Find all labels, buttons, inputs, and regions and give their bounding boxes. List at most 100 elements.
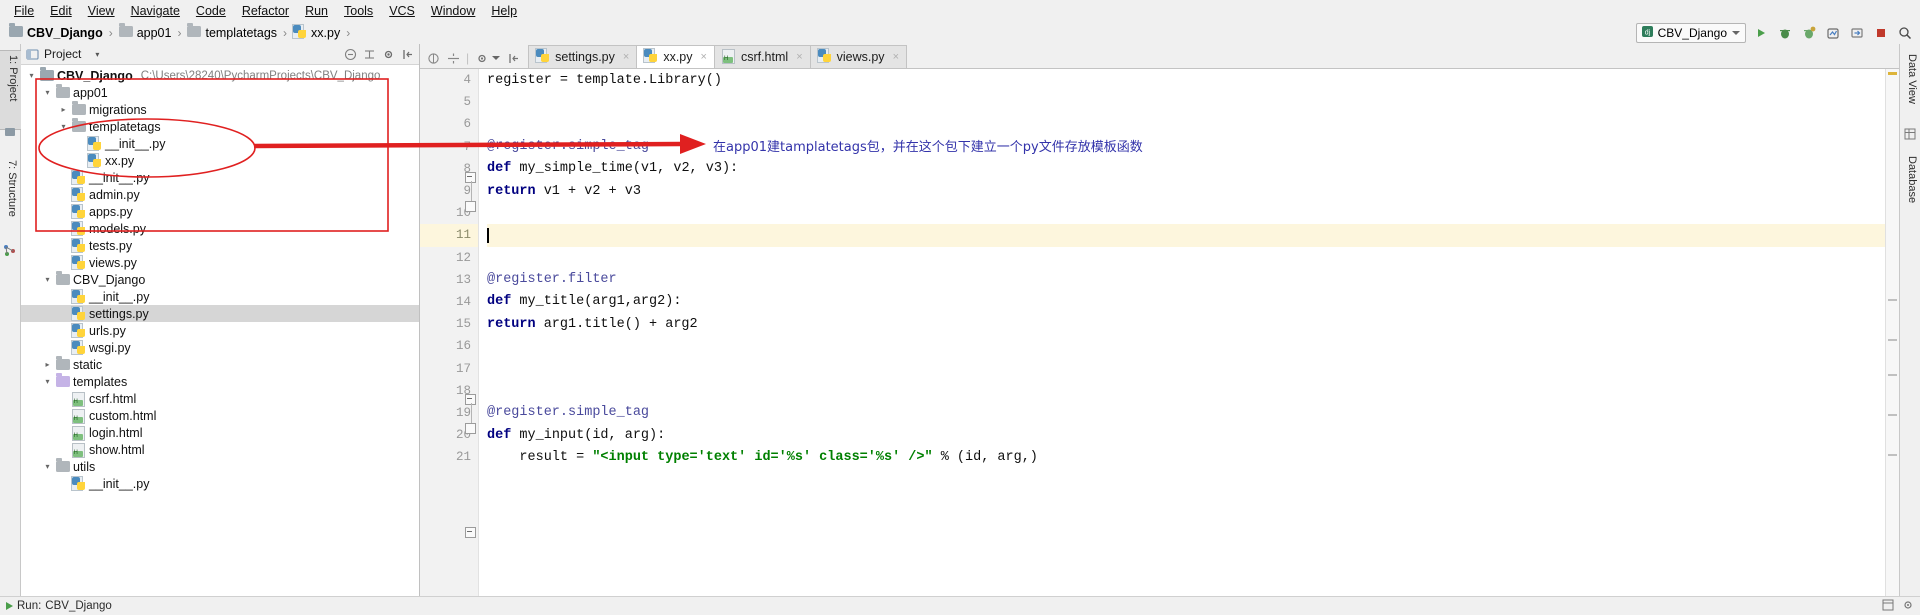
structure-icon[interactable] [3, 244, 16, 260]
chevron-down-icon[interactable]: ▾ [25, 71, 38, 80]
settings-gear-icon[interactable] [1902, 599, 1914, 614]
open-file-tabs[interactable]: settings.py × xx.py × Hcsrf.html × views.py × [528, 44, 907, 68]
chevron-right-icon[interactable]: ▸ [41, 360, 54, 369]
code-line[interactable] [487, 91, 1899, 113]
tree-item-cbv-django[interactable]: ▾ CBV_Django C:\Users\28240\PycharmProject… [21, 67, 419, 84]
menu-item-refactor[interactable]: Refactor [234, 1, 297, 21]
menu-item-navigate[interactable]: Navigate [123, 1, 188, 21]
tree-item-init-py[interactable]: __init__.py [21, 135, 419, 152]
code-line[interactable] [487, 380, 1899, 402]
collapse-all-icon[interactable] [343, 47, 358, 62]
hide-panel-icon[interactable] [506, 51, 520, 65]
tree-item-urls-py[interactable]: urls.py [21, 322, 419, 339]
profile-icon[interactable] [1824, 24, 1842, 42]
close-icon[interactable]: × [701, 51, 707, 63]
code-line[interactable]: register = template.Library() [487, 69, 1899, 91]
run-configuration-selector[interactable]: dj CBV_Django [1635, 23, 1746, 43]
tree-item-app01[interactable]: ▾ app01 [21, 84, 419, 101]
tree-item-settings-py[interactable]: settings.py [21, 305, 419, 322]
code-line[interactable]: return arg1.title() + arg2 [487, 313, 1899, 335]
tree-item-tests-py[interactable]: tests.py [21, 237, 419, 254]
settings-gear-icon[interactable] [475, 51, 489, 65]
tree-item-init-py[interactable]: __init__.py [21, 288, 419, 305]
sync-icon[interactable] [426, 51, 440, 65]
tree-item-templatetags[interactable]: ▾ templatetags [21, 118, 419, 135]
tree-item-templates[interactable]: ▾ templates [21, 373, 419, 390]
menu-item-window[interactable]: Window [423, 1, 483, 21]
line-number-gutter[interactable]: 4 5 6 7 8 9 10 11 12 13 14 15 16 17 18 19 20 21 [420, 69, 479, 597]
tree-item-csrf-html[interactable]: Hcsrf.html [21, 390, 419, 407]
code-line[interactable] [487, 224, 1899, 247]
breadcrumb-item-project[interactable]: CBV_Django [6, 23, 106, 41]
debug-icon[interactable] [1776, 24, 1794, 42]
code-line[interactable] [487, 113, 1899, 135]
close-icon[interactable]: × [623, 51, 629, 63]
coverage-icon[interactable] [1800, 24, 1818, 42]
layout-icon[interactable] [1882, 599, 1894, 614]
code-line[interactable]: def my_input(id, arg): [487, 424, 1899, 446]
menu-item-file[interactable]: File [6, 1, 42, 21]
favorites-icon[interactable] [4, 126, 16, 141]
tree-item-xx-py[interactable]: xx.py [21, 152, 419, 169]
fold-column[interactable] [464, 69, 478, 597]
run-icon[interactable] [1752, 24, 1770, 42]
fold-marker[interactable] [465, 423, 476, 434]
tree-item-models-py[interactable]: models.py [21, 220, 419, 237]
editor-tab-csrf-html[interactable]: Hcsrf.html × [713, 45, 811, 68]
tree-item-admin-py[interactable]: admin.py [21, 186, 419, 203]
tree-item-init-py[interactable]: __init__.py [21, 475, 419, 492]
tree-item-apps-py[interactable]: apps.py [21, 203, 419, 220]
breadcrumb-item-xxpy[interactable]: xx.py [290, 23, 343, 43]
tree-item-init-py[interactable]: __init__.py [21, 169, 419, 186]
chevron-down-icon[interactable] [492, 56, 501, 60]
tool-tab-data-view[interactable]: Data View [1899, 50, 1920, 124]
chevron-down-icon[interactable]: ▾ [95, 50, 99, 59]
stop-icon[interactable] [1872, 24, 1890, 42]
code-line[interactable]: def my_simple_time(v1, v2, v3): [487, 158, 1899, 180]
code-line[interactable]: @register.simple_tag [487, 136, 1899, 158]
menu-item-view[interactable]: View [80, 1, 123, 21]
tree-item-login-html[interactable]: Hlogin.html [21, 424, 419, 441]
error-stripe-gutter[interactable] [1885, 69, 1899, 597]
menu-item-vcs[interactable]: VCS [381, 1, 423, 21]
editor-tab-views-py[interactable]: views.py × [809, 45, 907, 68]
attach-process-icon[interactable] [1848, 24, 1866, 42]
code-line[interactable] [487, 247, 1899, 269]
breadcrumb-item-app01[interactable]: app01 [116, 23, 175, 41]
code-content[interactable]: register = template.Library() @register.s… [479, 69, 1899, 597]
code-line[interactable] [487, 357, 1899, 379]
close-icon[interactable]: × [796, 51, 802, 63]
tree-item-static[interactable]: ▸ static [21, 356, 419, 373]
tree-item-cbv-django[interactable]: ▾ CBV_Django [21, 271, 419, 288]
code-line[interactable]: result = "<input type='text' id='%s' cla… [487, 446, 1899, 468]
menu-item-help[interactable]: Help [483, 1, 525, 21]
tree-item-wsgi-py[interactable]: wsgi.py [21, 339, 419, 356]
editor-tab-settings-py[interactable]: settings.py × [528, 45, 638, 68]
code-line[interactable]: def my_title(arg1,arg2): [487, 291, 1899, 313]
code-editor[interactable]: 4 5 6 7 8 9 10 11 12 13 14 15 16 17 18 19 20 21 register … [420, 69, 1899, 597]
hide-panel-icon[interactable] [400, 47, 415, 62]
project-tree[interactable]: ▾ CBV_Django C:\Users\28240\PycharmProject… [21, 65, 419, 597]
code-line[interactable]: return v1 + v2 + v3 [487, 180, 1899, 202]
editor-tab-xx-py[interactable]: xx.py × [636, 45, 715, 68]
close-icon[interactable]: × [893, 51, 899, 63]
tree-item-utils[interactable]: ▾ utils [21, 458, 419, 475]
chevron-down-icon[interactable]: ▾ [41, 462, 54, 471]
chevron-right-icon[interactable]: ▸ [57, 105, 70, 114]
chevron-down-icon[interactable]: ▾ [41, 377, 54, 386]
search-everywhere-icon[interactable] [1896, 24, 1914, 42]
fold-marker[interactable] [465, 527, 476, 538]
menu-item-tools[interactable]: Tools [336, 1, 381, 21]
code-line[interactable] [487, 335, 1899, 357]
tree-item-migrations[interactable]: ▸ migrations [21, 101, 419, 118]
status-run-label[interactable]: Run: CBV_Django [6, 600, 112, 612]
settings-gear-icon[interactable] [381, 47, 396, 62]
menu-item-edit[interactable]: Edit [42, 1, 80, 21]
expand-icon[interactable] [362, 47, 377, 62]
chevron-down-icon[interactable]: ▾ [57, 122, 70, 131]
breadcrumb-item-templatetags[interactable]: templatetags [184, 23, 280, 41]
tool-tab-database[interactable]: Database [1899, 152, 1920, 232]
database-table-icon[interactable] [1904, 128, 1916, 143]
chevron-down-icon[interactable]: ▾ [41, 275, 54, 284]
tree-item-custom-html[interactable]: Hcustom.html [21, 407, 419, 424]
